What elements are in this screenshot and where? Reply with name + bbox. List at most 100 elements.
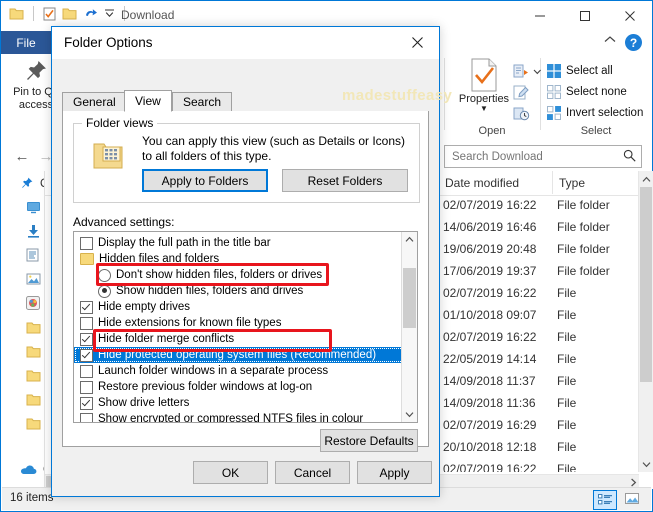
- advanced-item-show-drive-letters[interactable]: Show drive letters: [74, 395, 404, 411]
- dialog-close-button[interactable]: [395, 27, 439, 58]
- scroll-up-icon[interactable]: [402, 232, 417, 247]
- checkbox-icon[interactable]: [80, 364, 93, 378]
- checkbox-icon[interactable]: [80, 316, 93, 330]
- checkbox-icon[interactable]: [80, 412, 93, 422]
- tab-view[interactable]: View: [124, 90, 172, 112]
- properties-icon[interactable]: [43, 7, 56, 21]
- column-type[interactable]: Type: [553, 171, 639, 194]
- show-hidden-files-radio-row[interactable]: Show hidden files, folders and drives: [74, 283, 404, 299]
- apply-button[interactable]: Apply: [357, 461, 432, 484]
- window-controls[interactable]: [517, 1, 652, 30]
- folder-options-dialog: Folder Options madestuffeasy General Vie…: [51, 26, 452, 497]
- advanced-item-hide-empty-drives[interactable]: Hide empty drives: [74, 299, 404, 315]
- undo-icon[interactable]: [83, 7, 98, 21]
- pin-icon: [22, 177, 33, 188]
- advanced-item-hide-extensions[interactable]: Hide extensions for known file types: [74, 315, 404, 331]
- dialog-tab-strip[interactable]: General View Search: [62, 90, 429, 113]
- large-icons-view-button[interactable]: [621, 490, 643, 508]
- scroll-down-icon[interactable]: [402, 407, 417, 422]
- nav-item-desktop[interactable]: [2, 195, 44, 219]
- pictures-icon: [26, 273, 41, 284]
- search-box[interactable]: [444, 145, 642, 168]
- nav-item-folder-2[interactable]: [2, 339, 44, 363]
- tab-file[interactable]: File: [1, 31, 51, 54]
- back-button[interactable]: ←: [11, 145, 33, 167]
- checkbox-icon[interactable]: [80, 236, 93, 250]
- search-input[interactable]: [450, 146, 614, 167]
- checkbox-icon[interactable]: [80, 380, 93, 394]
- advanced-item-show-encrypted-ntfs-colour[interactable]: Show encrypted or compressed NTFS files …: [74, 411, 404, 422]
- divider: [33, 6, 34, 21]
- checkbox-icon[interactable]: [80, 396, 93, 410]
- restore-defaults-button[interactable]: Restore Defaults: [320, 429, 418, 452]
- cell-type: File folder: [557, 242, 610, 256]
- advanced-item-dont-show-hidden[interactable]: Don't show hidden files, folders or driv…: [74, 267, 404, 283]
- nav-item-folder-3[interactable]: [2, 363, 44, 387]
- folder-views-legend: Folder views: [82, 116, 158, 130]
- cell-type: File: [557, 440, 577, 454]
- checkbox-icon[interactable]: [80, 332, 93, 346]
- nav-item-downloads[interactable]: [2, 219, 44, 243]
- folder-icon: [26, 418, 41, 429]
- scroll-thumb[interactable]: [640, 187, 652, 382]
- scroll-thumb[interactable]: [403, 268, 416, 328]
- details-view-button[interactable]: [593, 490, 617, 510]
- advanced-item-label: Hidden files and folders: [99, 253, 220, 265]
- quick-access-toolbar[interactable]: [9, 6, 128, 21]
- advanced-item-label: Display the full path in the title bar: [98, 237, 271, 249]
- nav-item-documents[interactable]: [2, 243, 44, 267]
- advanced-item-label: Show hidden files, folders and drives: [116, 285, 304, 297]
- scroll-down-icon[interactable]: [639, 456, 653, 472]
- nav-item-onedrive[interactable]: O: [2, 457, 52, 481]
- cancel-button[interactable]: Cancel: [275, 461, 350, 484]
- cell-date: 02/07/2019 16:22: [443, 330, 537, 344]
- scroll-up-icon[interactable]: [639, 171, 653, 187]
- ok-button[interactable]: OK: [193, 461, 268, 484]
- advanced-settings-label: Advanced settings:: [73, 215, 175, 229]
- minimize-button[interactable]: [517, 1, 562, 30]
- cell-date: 02/07/2019 16:29: [443, 418, 537, 432]
- advanced-item-label: Hide folder merge conflicts: [98, 333, 235, 345]
- ribbon-group-select: Select: [540, 54, 652, 139]
- folder-icon[interactable]: [9, 7, 24, 20]
- cell-type: File folder: [557, 220, 610, 234]
- radio-icon[interactable]: [98, 284, 111, 298]
- tab-general[interactable]: General: [62, 92, 127, 112]
- cell-type: File: [557, 396, 577, 410]
- nav-item-quick-access[interactable]: Q: [2, 171, 49, 195]
- customize-caret-icon[interactable]: [104, 8, 115, 19]
- checkbox-icon[interactable]: [80, 300, 93, 314]
- window-title: Download: [121, 8, 175, 22]
- details-view-icon: [597, 494, 612, 505]
- nav-item-folder-1[interactable]: [2, 315, 44, 339]
- advanced-settings-list[interactable]: Display the full path in the title bar H…: [73, 231, 418, 423]
- advanced-item-hide-merge-conflicts[interactable]: Hide folder merge conflicts: [74, 331, 404, 347]
- advanced-group-hidden-files-and-folders[interactable]: Hidden files and folders: [74, 251, 404, 267]
- cell-date: 17/06/2019 19:37: [443, 264, 537, 278]
- file-list-vertical-scrollbar[interactable]: [638, 171, 653, 472]
- close-button[interactable]: [607, 1, 652, 30]
- advanced-item-restore-previous-windows[interactable]: Restore previous folder windows at log-o…: [74, 379, 404, 395]
- nav-item-folder-4[interactable]: [2, 387, 44, 411]
- hide-protected-os-files-row[interactable]: Hide protected operating system files (R…: [74, 347, 404, 363]
- maximize-button[interactable]: [562, 1, 607, 30]
- tab-search[interactable]: Search: [172, 92, 233, 112]
- view-toggle-group[interactable]: [593, 490, 643, 510]
- search-icon[interactable]: [623, 149, 636, 162]
- advanced-item-launch-separate-process[interactable]: Launch folder windows in a separate proc…: [74, 363, 404, 379]
- navigation-pane[interactable]: Q: [2, 171, 52, 489]
- radio-icon[interactable]: [98, 268, 111, 282]
- column-date-modified[interactable]: Date modified: [439, 171, 553, 194]
- advanced-item-label: Hide empty drives: [98, 301, 191, 313]
- collapse-ribbon-icon[interactable]: [604, 35, 616, 44]
- apply-to-folders-button[interactable]: Apply to Folders: [142, 169, 268, 192]
- help-icon[interactable]: ?: [625, 34, 642, 51]
- advanced-list-scrollbar[interactable]: [401, 232, 417, 422]
- nav-item-music[interactable]: [2, 291, 44, 315]
- new-folder-icon[interactable]: [62, 7, 77, 20]
- nav-item-pictures[interactable]: [2, 267, 44, 291]
- checkbox-icon[interactable]: [80, 348, 93, 362]
- reset-folders-button[interactable]: Reset Folders: [282, 169, 408, 192]
- advanced-item-display-full-path[interactable]: Display the full path in the title bar: [74, 235, 404, 251]
- nav-item-folder-5[interactable]: [2, 411, 44, 435]
